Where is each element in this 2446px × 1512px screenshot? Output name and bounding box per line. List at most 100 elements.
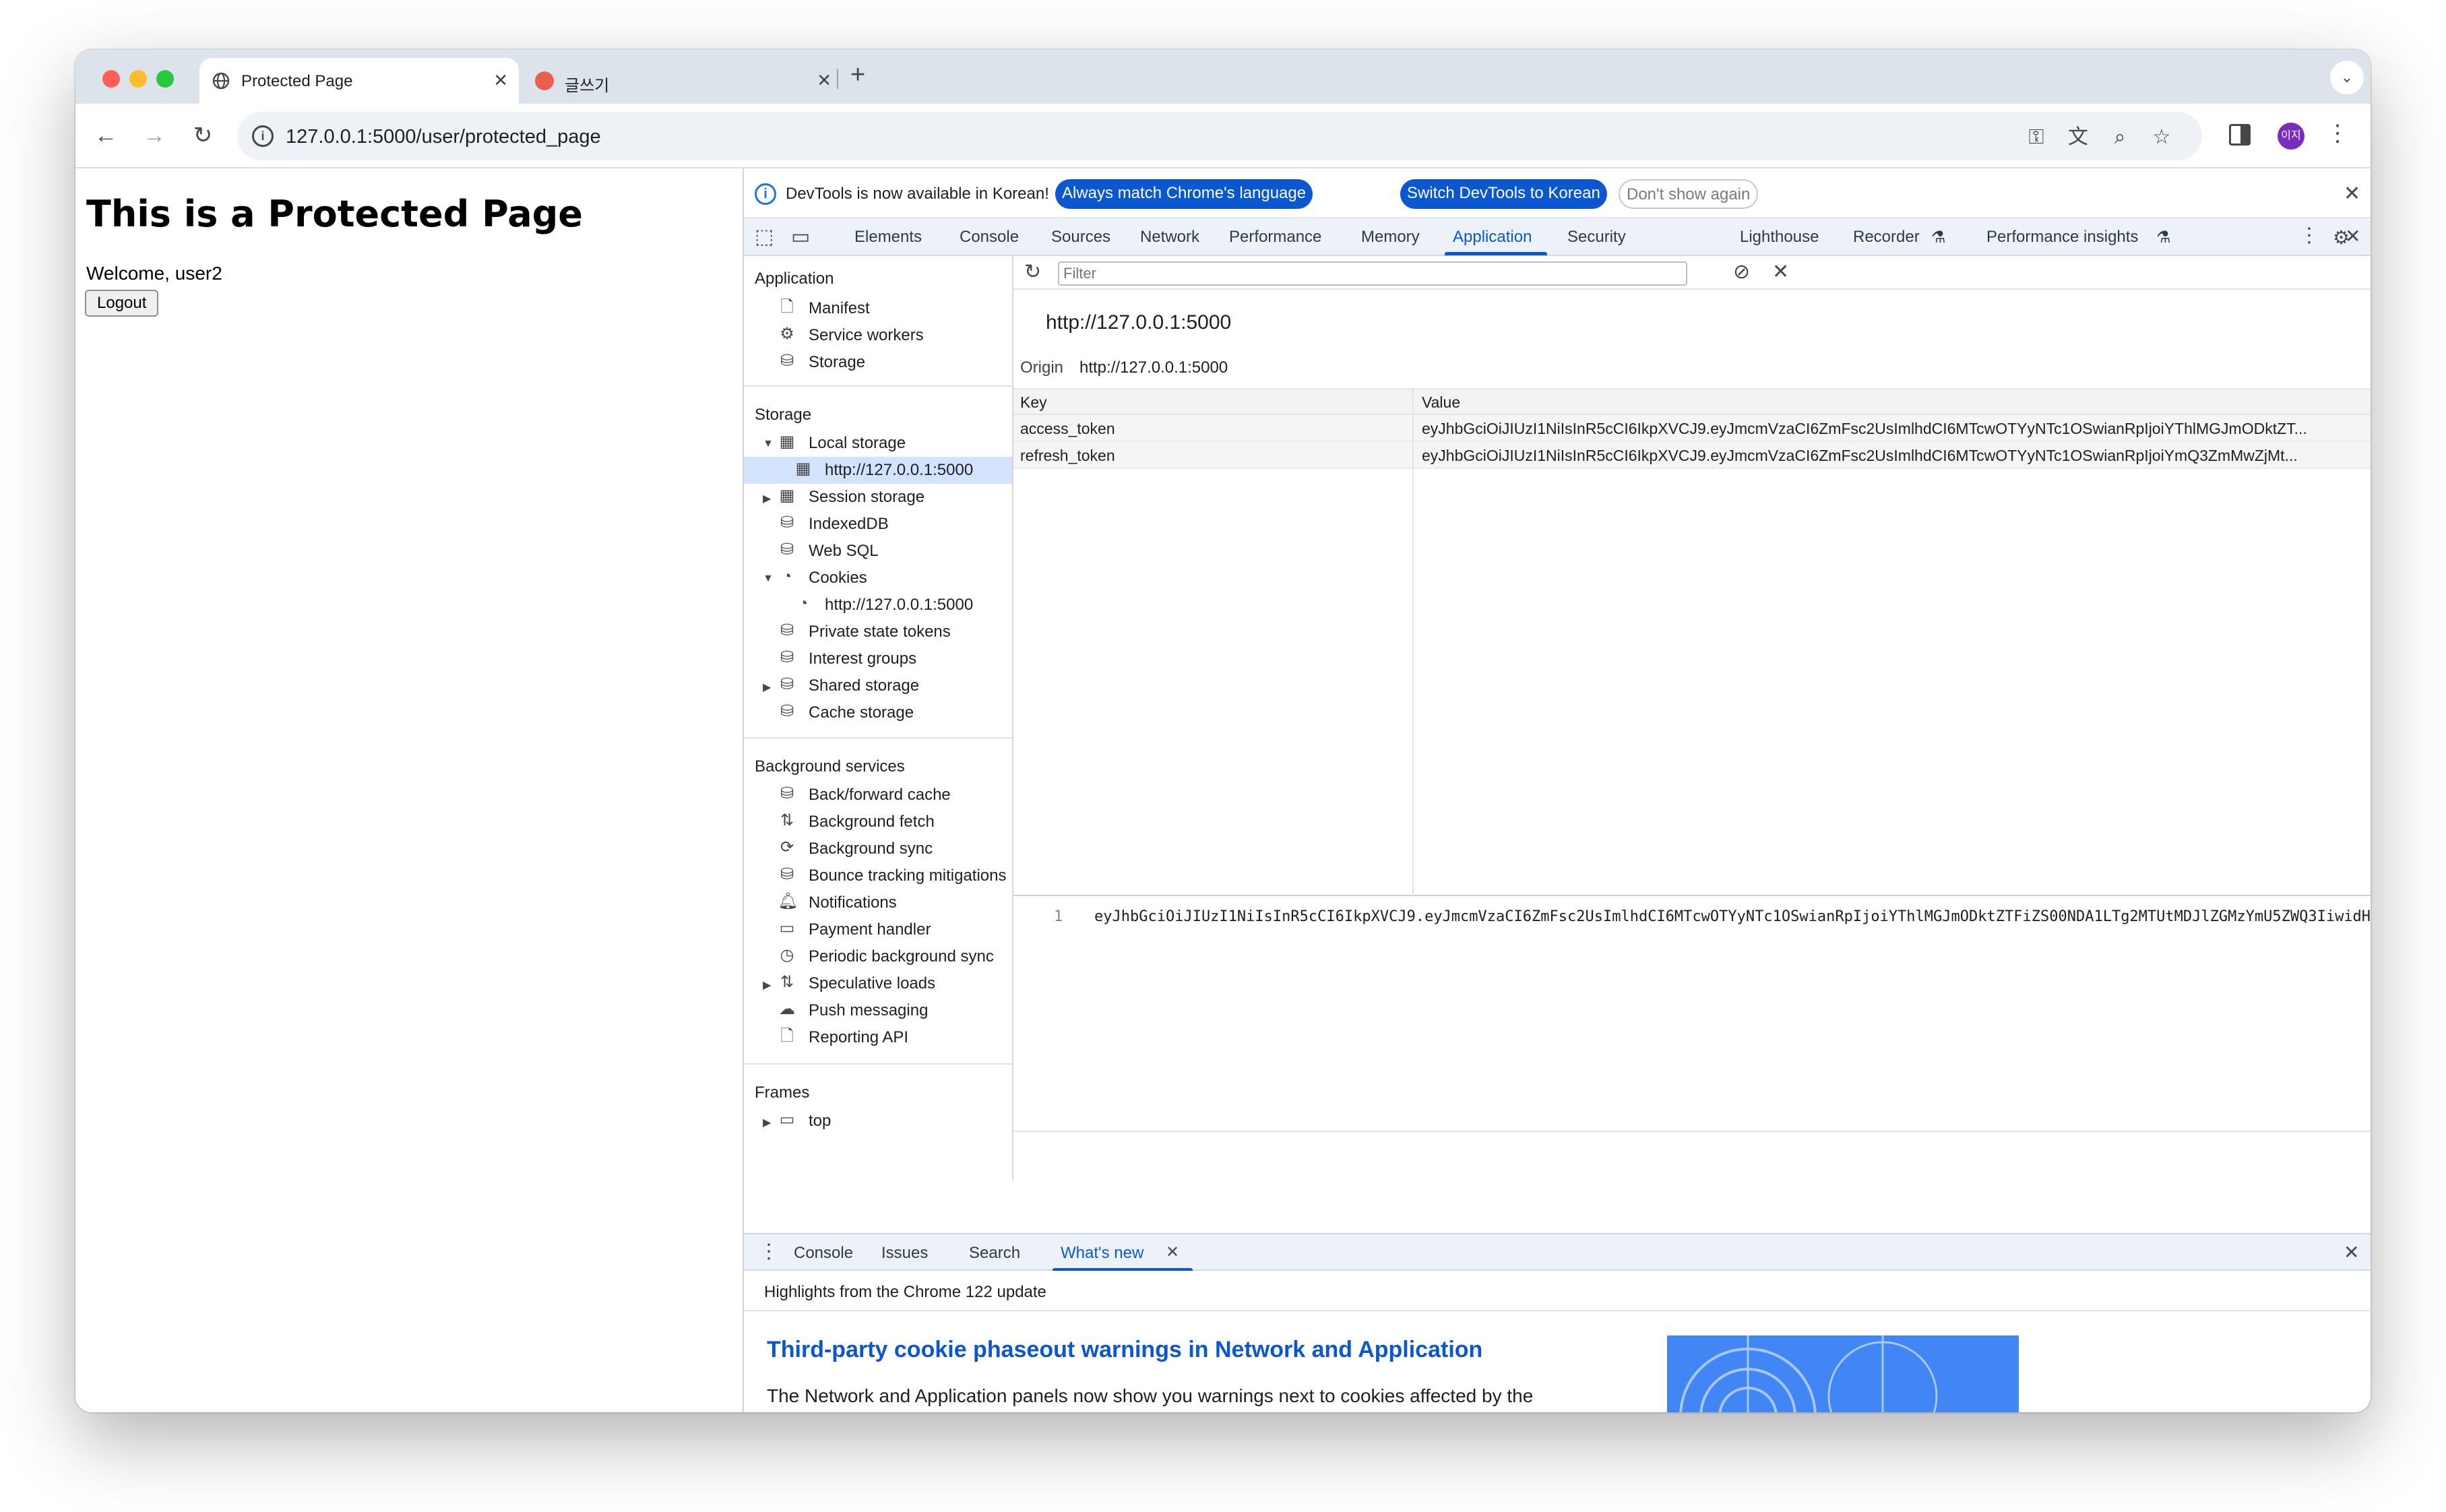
whats-new-headline[interactable]: Third-party cookie phaseout warnings in … [767, 1337, 1482, 1363]
tab-security[interactable]: Security [1567, 228, 1626, 247]
translate-icon[interactable]: 文 [2065, 124, 2092, 151]
sidebar-item-background-fetch[interactable]: Background fetch [809, 813, 935, 831]
sidebar-item-storage[interactable]: Storage [809, 353, 865, 372]
sidebar-item-periodic-background-sync[interactable]: Periodic background sync [809, 947, 994, 966]
sidebar-item-bounce-tracking[interactable]: Bounce tracking mitigations [809, 867, 1006, 885]
filter-input[interactable] [1058, 261, 1687, 286]
tab-write-post[interactable]: 글쓰기 ✕ [523, 58, 842, 104]
tab-application[interactable]: Application [1453, 228, 1532, 247]
chrome-menu-icon[interactable]: ⋮ [2326, 120, 2349, 147]
tab-recorder[interactable]: Recorder [1853, 228, 1920, 247]
bell-icon: 🔔︎ [778, 892, 798, 910]
sidebar-item-shared-storage[interactable]: Shared storage [809, 676, 919, 695]
sidebar-item-background-sync[interactable]: Background sync [809, 840, 933, 858]
tab-title: Protected Page [241, 72, 353, 90]
column-header-key[interactable]: Key [1020, 393, 1047, 412]
tab-close-icon[interactable]: ✕ [817, 70, 832, 91]
sidebar-item-notifications[interactable]: Notifications [809, 893, 897, 912]
collapsed-triangle-icon[interactable]: ▶ [763, 1116, 771, 1129]
new-tab-button[interactable]: + [850, 61, 865, 90]
device-toolbar-icon[interactable]: ▭ [791, 225, 810, 249]
sidebar-item-cookies[interactable]: Cookies [809, 569, 867, 588]
sidebar-item-local-storage-origin[interactable]: http://127.0.0.1:5000 [825, 461, 973, 480]
site-info-icon[interactable]: i [252, 125, 274, 147]
database-icon: ⛁ [780, 540, 794, 559]
sidebar-item-session-storage[interactable]: Session storage [809, 488, 924, 507]
sidebar-item-speculative-loads[interactable]: Speculative loads [809, 974, 935, 993]
tab-network[interactable]: Network [1140, 228, 1199, 247]
collapsed-triangle-icon[interactable]: ▶ [763, 492, 771, 505]
tab-lighthouse[interactable]: Lighthouse [1740, 228, 1819, 247]
tab-memory[interactable]: Memory [1361, 228, 1420, 247]
sidebar-item-frame-top[interactable]: top [809, 1112, 831, 1131]
expanded-triangle-icon[interactable]: ▼ [763, 573, 774, 585]
zoom-window-button[interactable] [156, 70, 174, 88]
sidebar-item-interest-groups[interactable]: Interest groups [809, 650, 916, 668]
tab-performance-insights[interactable]: Performance insights [1986, 228, 2138, 247]
column-header-value[interactable]: Value [1422, 393, 1460, 412]
tab-search-button[interactable]: ⌄ [2330, 61, 2364, 94]
tab-protected-page[interactable]: Protected Page ✕ [199, 58, 519, 104]
clear-all-icon[interactable]: ⊘ [1733, 260, 1750, 284]
forward-arrow-icon[interactable]: → [137, 119, 171, 152]
close-devtools-x-icon[interactable]: ✕ [2345, 225, 2360, 247]
expanded-triangle-icon[interactable]: ▼ [763, 438, 774, 450]
cookie-icon: ◔ [782, 567, 792, 586]
drawer-tab-close-icon[interactable]: ✕ [1166, 1242, 1179, 1262]
sidebar-item-payment-handler[interactable]: Payment handler [809, 920, 931, 939]
tab-console[interactable]: Console [960, 228, 1019, 247]
site-favicon-icon [535, 71, 554, 90]
always-match-language-button[interactable]: Always match Chrome's language [1055, 179, 1313, 209]
sidebar-item-service-workers[interactable]: Service workers [809, 326, 924, 345]
address-bar[interactable]: i 127.0.0.1:5000/user/protected_page ⚿ 文… [237, 112, 2202, 160]
sidebar-item-manifest[interactable]: Manifest [809, 299, 870, 318]
infobar-close-icon[interactable]: ✕ [2344, 182, 2360, 206]
key-icon[interactable]: ⚿ [2023, 124, 2050, 151]
minimize-window-button[interactable] [129, 70, 147, 88]
tab-elements[interactable]: Elements [854, 228, 922, 247]
side-panel-icon[interactable] [2229, 124, 2251, 146]
column-divider[interactable] [1412, 389, 1414, 896]
table-row[interactable]: refresh_token eyJhbGciOiJIUzI1NiIsInR5cC… [1013, 442, 2371, 469]
cloud-icon: ☁ [779, 1000, 795, 1018]
sidebar-item-cache-storage[interactable]: Cache storage [809, 703, 914, 722]
collapsed-triangle-icon[interactable]: ▶ [763, 681, 771, 694]
more-options-icon[interactable]: ⋮ [2299, 224, 2319, 247]
sidebar-divider [744, 1063, 1012, 1065]
tab-divider [837, 69, 838, 89]
tab-close-icon[interactable]: ✕ [493, 70, 508, 91]
bookmark-star-icon[interactable]: ☆ [2148, 124, 2175, 151]
inspect-element-icon[interactable]: ⬚ [755, 225, 774, 249]
close-drawer-icon[interactable]: ✕ [2344, 1241, 2359, 1263]
database-icon: ⛁ [780, 513, 794, 532]
drawer-tab-console[interactable]: Console [794, 1244, 853, 1263]
sidebar-item-local-storage[interactable]: Local storage [809, 434, 906, 453]
collapsed-triangle-icon[interactable]: ▶ [763, 978, 771, 992]
tab-sources[interactable]: Sources [1051, 228, 1110, 247]
table-row[interactable]: access_token eyJhbGciOiJIUzI1NiIsInR5cCI… [1013, 415, 2371, 442]
sidebar-item-web-sql[interactable]: Web SQL [809, 542, 879, 561]
refresh-icon[interactable]: ↻ [1024, 260, 1041, 284]
logout-button[interactable]: Logout [85, 290, 159, 317]
back-arrow-icon[interactable]: ← [89, 119, 123, 152]
delete-selected-icon[interactable]: ✕ [1772, 260, 1789, 284]
switch-to-korean-button[interactable]: Switch DevTools to Korean [1400, 179, 1607, 209]
close-window-button[interactable] [102, 70, 120, 88]
tab-performance[interactable]: Performance [1229, 228, 1321, 247]
drawer-tab-issues[interactable]: Issues [881, 1244, 928, 1263]
zoom-icon[interactable]: ⌕ [2106, 124, 2133, 151]
sidebar-item-back-forward-cache[interactable]: Back/forward cache [809, 786, 951, 805]
sidebar-item-private-state-tokens[interactable]: Private state tokens [809, 623, 951, 641]
dont-show-again-button[interactable]: Don't show again [1619, 179, 1759, 209]
drawer-tab-whats-new[interactable]: What's new [1061, 1244, 1143, 1263]
up-down-arrows-icon: ⇅ [780, 973, 794, 991]
value-cell: eyJhbGciOiJIUzI1NiIsInR5cCI6IkpXVCJ9.eyJ… [1422, 447, 2298, 464]
sidebar-item-cookies-origin[interactable]: http://127.0.0.1:5000 [825, 596, 973, 615]
sidebar-item-reporting-api[interactable]: Reporting API [809, 1028, 908, 1047]
sidebar-item-push-messaging[interactable]: Push messaging [809, 1001, 928, 1020]
drawer-more-icon[interactable]: ⋮ [759, 1240, 779, 1263]
drawer-tab-search[interactable]: Search [969, 1244, 1020, 1263]
profile-avatar[interactable]: 이지 [2278, 123, 2304, 150]
sidebar-item-indexeddb[interactable]: IndexedDB [809, 515, 889, 534]
reload-icon[interactable]: ↻ [186, 119, 220, 152]
